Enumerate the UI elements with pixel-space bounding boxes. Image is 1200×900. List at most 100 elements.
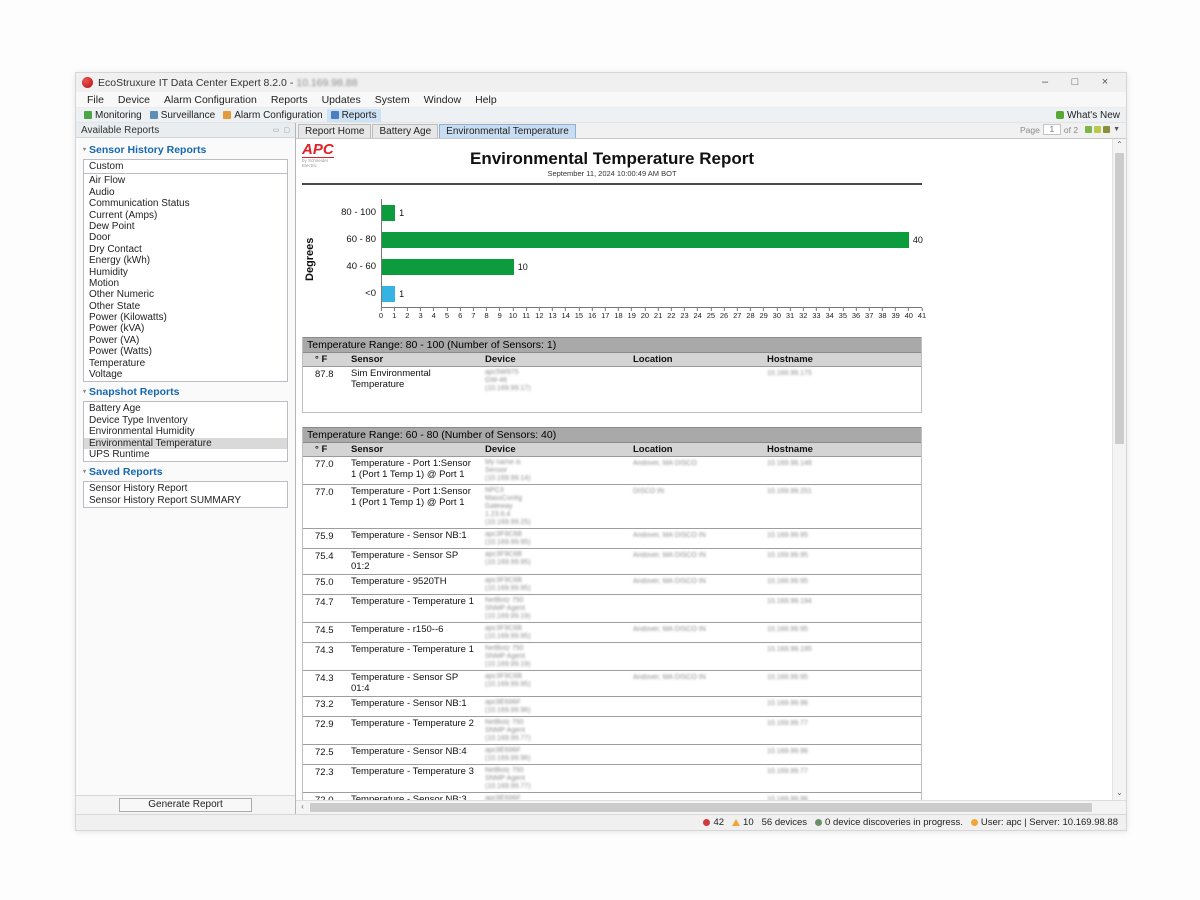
print-report-icon[interactable]	[1094, 126, 1101, 133]
report-item-temperature[interactable]: Temperature	[84, 358, 287, 369]
report-item-voltage[interactable]: Voltage	[84, 369, 287, 380]
report-item-audio[interactable]: Audio	[84, 187, 287, 198]
chart-category-label: 80 - 100	[318, 207, 381, 218]
cell-temperature: 77.0	[303, 485, 347, 528]
save-report-icon[interactable]	[1103, 126, 1110, 133]
scroll-up-icon[interactable]: ⌃	[1113, 139, 1126, 152]
cell-sensor: Temperature - Temperature 3	[347, 765, 481, 792]
tick-label: 34	[825, 311, 833, 320]
status-bar: 421056 devices0 device discoveries in pr…	[76, 814, 1126, 830]
x-tick: 10	[509, 308, 517, 320]
perspective-reports[interactable]: Reports	[327, 109, 381, 122]
horizontal-scrollbar[interactable]: ‹	[296, 800, 1126, 814]
report-item-power-va[interactable]: Power (VA)	[84, 335, 287, 346]
section-header-saved-reports[interactable]: ▾Saved Reports	[83, 466, 288, 478]
perspective-items: MonitoringSurveillance Alarm Configuratio…	[80, 109, 381, 122]
whats-new-label: What's New	[1067, 110, 1120, 121]
export-report-icon[interactable]	[1085, 126, 1092, 133]
report-list: Sensor History ReportSensor History Repo…	[83, 481, 288, 508]
perspective-surveillance[interactable]: Surveillance	[146, 109, 219, 122]
vertical-scrollbar[interactable]: ⌃ ⌄	[1112, 139, 1126, 800]
column-header-f: ° F	[303, 353, 347, 366]
export-dropdown-icon[interactable]: ▼	[1113, 126, 1120, 133]
menu-system[interactable]: System	[368, 94, 417, 106]
report-item-humidity[interactable]: Humidity	[84, 267, 287, 278]
report-item-power-watts[interactable]: Power (Watts)	[84, 346, 287, 357]
column-header-hostname: Hostname	[763, 443, 921, 456]
section-header-sensor-history-reports[interactable]: ▾Sensor History Reports	[83, 144, 288, 156]
cell-sensor: Temperature - Sensor NB:4	[347, 745, 481, 764]
main-area: Available Reports ▭ ▢ ▾Sensor History Re…	[76, 123, 1126, 814]
report-item-communication-status[interactable]: Communication Status	[84, 198, 287, 209]
minimize-button[interactable]: –	[1030, 73, 1060, 92]
menu-device[interactable]: Device	[111, 94, 157, 106]
table-row: 77.0Temperature - Port 1:Sensor 1 (Port …	[303, 457, 921, 484]
report-item-custom[interactable]: Custom	[84, 161, 287, 172]
report-item-environmental-temperature[interactable]: Environmental Temperature	[84, 438, 287, 449]
menu-reports[interactable]: Reports	[264, 94, 315, 106]
close-button[interactable]: ×	[1090, 73, 1120, 92]
report-viewport[interactable]: APC by Schneider Electric Environmental …	[296, 139, 1126, 800]
report-item-environmental-humidity[interactable]: Environmental Humidity	[84, 426, 287, 437]
report-item-other-numeric[interactable]: Other Numeric	[84, 289, 287, 300]
panel-maximize-icon[interactable]: ▢	[283, 126, 290, 134]
device-line: My name is	[485, 459, 625, 467]
status-critical-alarm-icon: 42	[703, 817, 724, 828]
table-row: 72.5Temperature - Sensor NB:4apc9E696F(1…	[303, 744, 921, 764]
tab-environmental-temperature[interactable]: Environmental Temperature	[439, 124, 576, 138]
page-number-input[interactable]: 1	[1043, 124, 1061, 135]
device-line: Gateway	[485, 503, 625, 511]
section-sensor-history-reports: ▾Sensor History Reports Custom Air FlowAud…	[83, 144, 288, 382]
device-line: apc9E696F	[485, 747, 625, 755]
report-item-sensor-history-report-summary[interactable]: Sensor History Report SUMMARY	[84, 495, 287, 506]
maximize-button[interactable]: □	[1060, 73, 1090, 92]
vertical-scrollbar-thumb[interactable]	[1115, 153, 1124, 444]
status-text: 0 device discoveries in progress.	[825, 817, 963, 828]
report-item-ups-runtime[interactable]: UPS Runtime	[84, 449, 287, 460]
menu-file[interactable]: File	[80, 94, 111, 106]
perspective-alarm-configuration[interactable]: Alarm Configuration	[219, 109, 326, 122]
report-item-power-kilowatts[interactable]: Power (Kilowatts)	[84, 312, 287, 323]
tab-bar: Report HomeBattery AgeEnvironmental Temp…	[296, 123, 1126, 139]
chart-value-label: 10	[518, 262, 528, 272]
menu-help[interactable]: Help	[468, 94, 504, 106]
menu-updates[interactable]: Updates	[315, 94, 368, 106]
report-item-device-type-inventory[interactable]: Device Type Inventory	[84, 415, 287, 426]
cell-hostname: 10.169.99.95	[763, 549, 921, 574]
tick-label: 33	[812, 311, 820, 320]
report-item-other-state[interactable]: Other State	[84, 301, 287, 312]
scroll-down-icon[interactable]: ⌄	[1113, 787, 1126, 800]
table-row: 72.3Temperature - Temperature 3NetBotz 7…	[303, 764, 921, 792]
report-item-air-flow[interactable]: Air Flow	[84, 175, 287, 186]
column-header-sensor: Sensor	[347, 443, 481, 456]
tick-label: 36	[852, 311, 860, 320]
whats-new-link[interactable]: What's New	[1056, 110, 1122, 121]
report-item-battery-age[interactable]: Battery Age	[84, 403, 287, 414]
report-item-sensor-history-report[interactable]: Sensor History Report	[84, 483, 287, 494]
cell-hostname: 10.169.99.95	[763, 575, 921, 594]
report-item-door[interactable]: Door	[84, 232, 287, 243]
x-tick: 36	[852, 308, 860, 320]
device-line: 1.23.6.4	[485, 511, 625, 519]
report-item-energy-kwh[interactable]: Energy (kWh)	[84, 255, 287, 266]
menu-window[interactable]: Window	[417, 94, 468, 106]
tab-battery-age[interactable]: Battery Age	[372, 124, 438, 138]
perspective-label: Alarm Configuration	[234, 110, 322, 121]
device-line: (10.169.99.96)	[485, 755, 625, 763]
report-item-power-kva[interactable]: Power (kVA)	[84, 323, 287, 334]
generate-report-button[interactable]: Generate Report	[119, 798, 252, 812]
surveillance-icon	[150, 111, 158, 119]
tick-label: 30	[773, 311, 781, 320]
perspective-monitoring[interactable]: Monitoring	[80, 109, 146, 122]
tab-report-home[interactable]: Report Home	[298, 124, 371, 138]
report-item-dry-contact[interactable]: Dry Contact	[84, 244, 287, 255]
section-header-snapshot-reports[interactable]: ▾Snapshot Reports	[83, 386, 288, 398]
scroll-left-icon[interactable]: ‹	[296, 801, 309, 813]
report-item-current-amps[interactable]: Current (Amps)	[84, 210, 287, 221]
menu-alarm-configuration[interactable]: Alarm Configuration	[157, 94, 264, 106]
report-item-dew-point[interactable]: Dew Point	[84, 221, 287, 232]
report-item-motion[interactable]: Motion	[84, 278, 287, 289]
horizontal-scrollbar-thumb[interactable]	[310, 803, 1092, 812]
panel-minimize-icon[interactable]: ▭	[273, 126, 280, 134]
table-column-headers: ° FSensorDeviceLocationHostname	[303, 443, 921, 457]
